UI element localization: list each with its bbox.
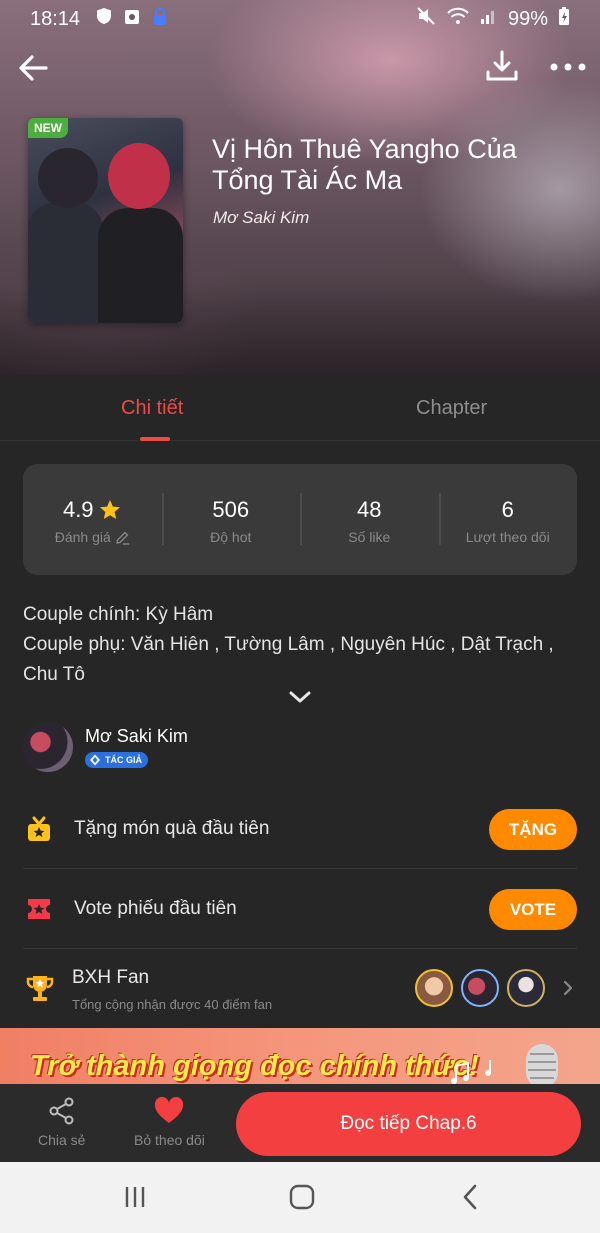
status-time: 18:14	[30, 7, 81, 30]
description-main-couple: Couple chính: Kỳ Hâm	[23, 604, 214, 625]
hot-label: Độ hot	[210, 529, 252, 545]
battery-icon	[558, 6, 570, 32]
lock-icon	[152, 6, 168, 32]
fan-avatar-2[interactable]	[461, 969, 499, 1007]
description-side-couples: Couple phụ: Văn Hiên , Tường Lâm , Nguyê…	[23, 634, 554, 685]
fan-avatar-1[interactable]	[415, 969, 453, 1007]
fan-ranking-row[interactable]: BXH Fan Tổng cộng nhận được 40 điểm fan	[23, 949, 577, 1027]
home-icon[interactable]	[289, 1184, 315, 1210]
fan-avatar-3[interactable]	[507, 969, 545, 1007]
continue-reading-button[interactable]: Đọc tiếp Chap.6	[236, 1092, 581, 1156]
share-button[interactable]: Chia sẻ	[38, 1096, 85, 1148]
recent-apps-icon[interactable]	[122, 1184, 148, 1210]
back-arrow-icon[interactable]	[16, 50, 52, 86]
book-description: Couple chính: Kỳ Hâm Couple phụ: Văn Hiê…	[23, 600, 583, 690]
gift-button[interactable]: TẶNG	[489, 809, 577, 850]
book-title: Vị Hôn Thuê Yangho Của Tổng Tài Ác Ma	[212, 134, 517, 195]
unfollow-button[interactable]: Bỏ theo dõi	[134, 1096, 205, 1148]
system-back-icon[interactable]	[458, 1184, 484, 1210]
book-author[interactable]: Mơ Saki Kim	[213, 208, 309, 228]
tab-chapter[interactable]: Chapter	[416, 397, 487, 420]
music-notes-icon	[451, 1060, 491, 1084]
promo-banner[interactable]: Trở thành giọng đọc chính thức!	[0, 1028, 600, 1088]
top-navigation	[0, 46, 600, 90]
author-badge: TÁC GIẢ	[85, 752, 148, 768]
star-icon	[99, 500, 120, 519]
wifi-icon	[446, 6, 470, 32]
chevron-right-icon[interactable]	[561, 979, 575, 997]
followers-value: 6	[501, 497, 514, 522]
signal-icon	[480, 7, 498, 31]
promo-text: Trở thành giọng đọc chính thức!	[30, 1050, 479, 1082]
followers-label: Lượt theo dõi	[465, 529, 550, 545]
battery-level: 99%	[507, 7, 548, 30]
author-name[interactable]: Mơ Saki Kim	[85, 726, 188, 747]
book-header: 18:14 99% NEW Vị Hôn Thuê Yangho Của Tổn…	[0, 0, 600, 375]
rating-label: Đánh giá	[54, 529, 111, 545]
stat-rating[interactable]: 4.9 Đánh giá	[23, 464, 162, 575]
author-row[interactable]: Mơ Saki Kim TÁC GIẢ	[23, 722, 583, 774]
stats-panel: 4.9 Đánh giá 506 Độ hot 48 Số like 6 Lượ…	[23, 464, 577, 575]
likes-label: Số like	[348, 529, 391, 545]
heart-icon	[155, 1096, 184, 1123]
tab-details[interactable]: Chi tiết	[121, 397, 183, 420]
status-bar: 18:14 99%	[0, 0, 600, 38]
likes-value: 48	[357, 497, 382, 522]
gift-icon	[28, 816, 50, 841]
rating-value: 4.9	[62, 497, 94, 522]
verified-author-icon	[90, 754, 100, 766]
ticket-icon	[28, 899, 50, 919]
gift-row: Tặng món quà đầu tiên TẶNG	[23, 789, 577, 869]
system-navigation-bar	[0, 1162, 600, 1233]
author-avatar[interactable]	[23, 722, 73, 772]
gift-label: Tặng món quà đầu tiên	[74, 818, 270, 839]
microphone-icon	[526, 1044, 558, 1088]
trophy-icon	[26, 976, 54, 1001]
stat-hot: 506 Độ hot	[161, 464, 301, 575]
more-options-icon[interactable]	[548, 52, 588, 82]
edit-pencil-icon[interactable]	[115, 530, 130, 545]
vote-label: Vote phiếu đầu tiên	[74, 898, 237, 919]
bottom-action-bar: Chia sẻ Bỏ theo dõi Đọc tiếp Chap.6	[0, 1084, 600, 1162]
shield-icon	[96, 7, 112, 31]
unfollow-label: Bỏ theo dõi	[134, 1132, 205, 1148]
new-badge: NEW	[28, 118, 68, 138]
tab-bar: Chi tiết Chapter	[0, 375, 600, 441]
book-cover[interactable]: NEW	[28, 118, 183, 323]
fan-ranking-title: BXH Fan	[72, 967, 150, 988]
download-icon[interactable]	[484, 48, 520, 84]
share-label: Chia sẻ	[38, 1132, 86, 1148]
hot-value: 506	[212, 497, 250, 522]
chevron-down-icon[interactable]	[288, 688, 312, 706]
share-icon	[49, 1097, 74, 1125]
screenshot-icon	[124, 8, 140, 31]
stat-followers: 6 Lượt theo dõi	[438, 464, 578, 575]
stat-likes: 48 Số like	[300, 464, 439, 575]
vote-button[interactable]: VOTE	[489, 889, 577, 930]
vote-row: Vote phiếu đầu tiên VOTE	[23, 869, 577, 949]
active-tab-indicator	[140, 437, 170, 441]
mute-icon	[416, 6, 436, 32]
fan-points-summary: Tổng cộng nhận được 40 điểm fan	[72, 997, 273, 1012]
